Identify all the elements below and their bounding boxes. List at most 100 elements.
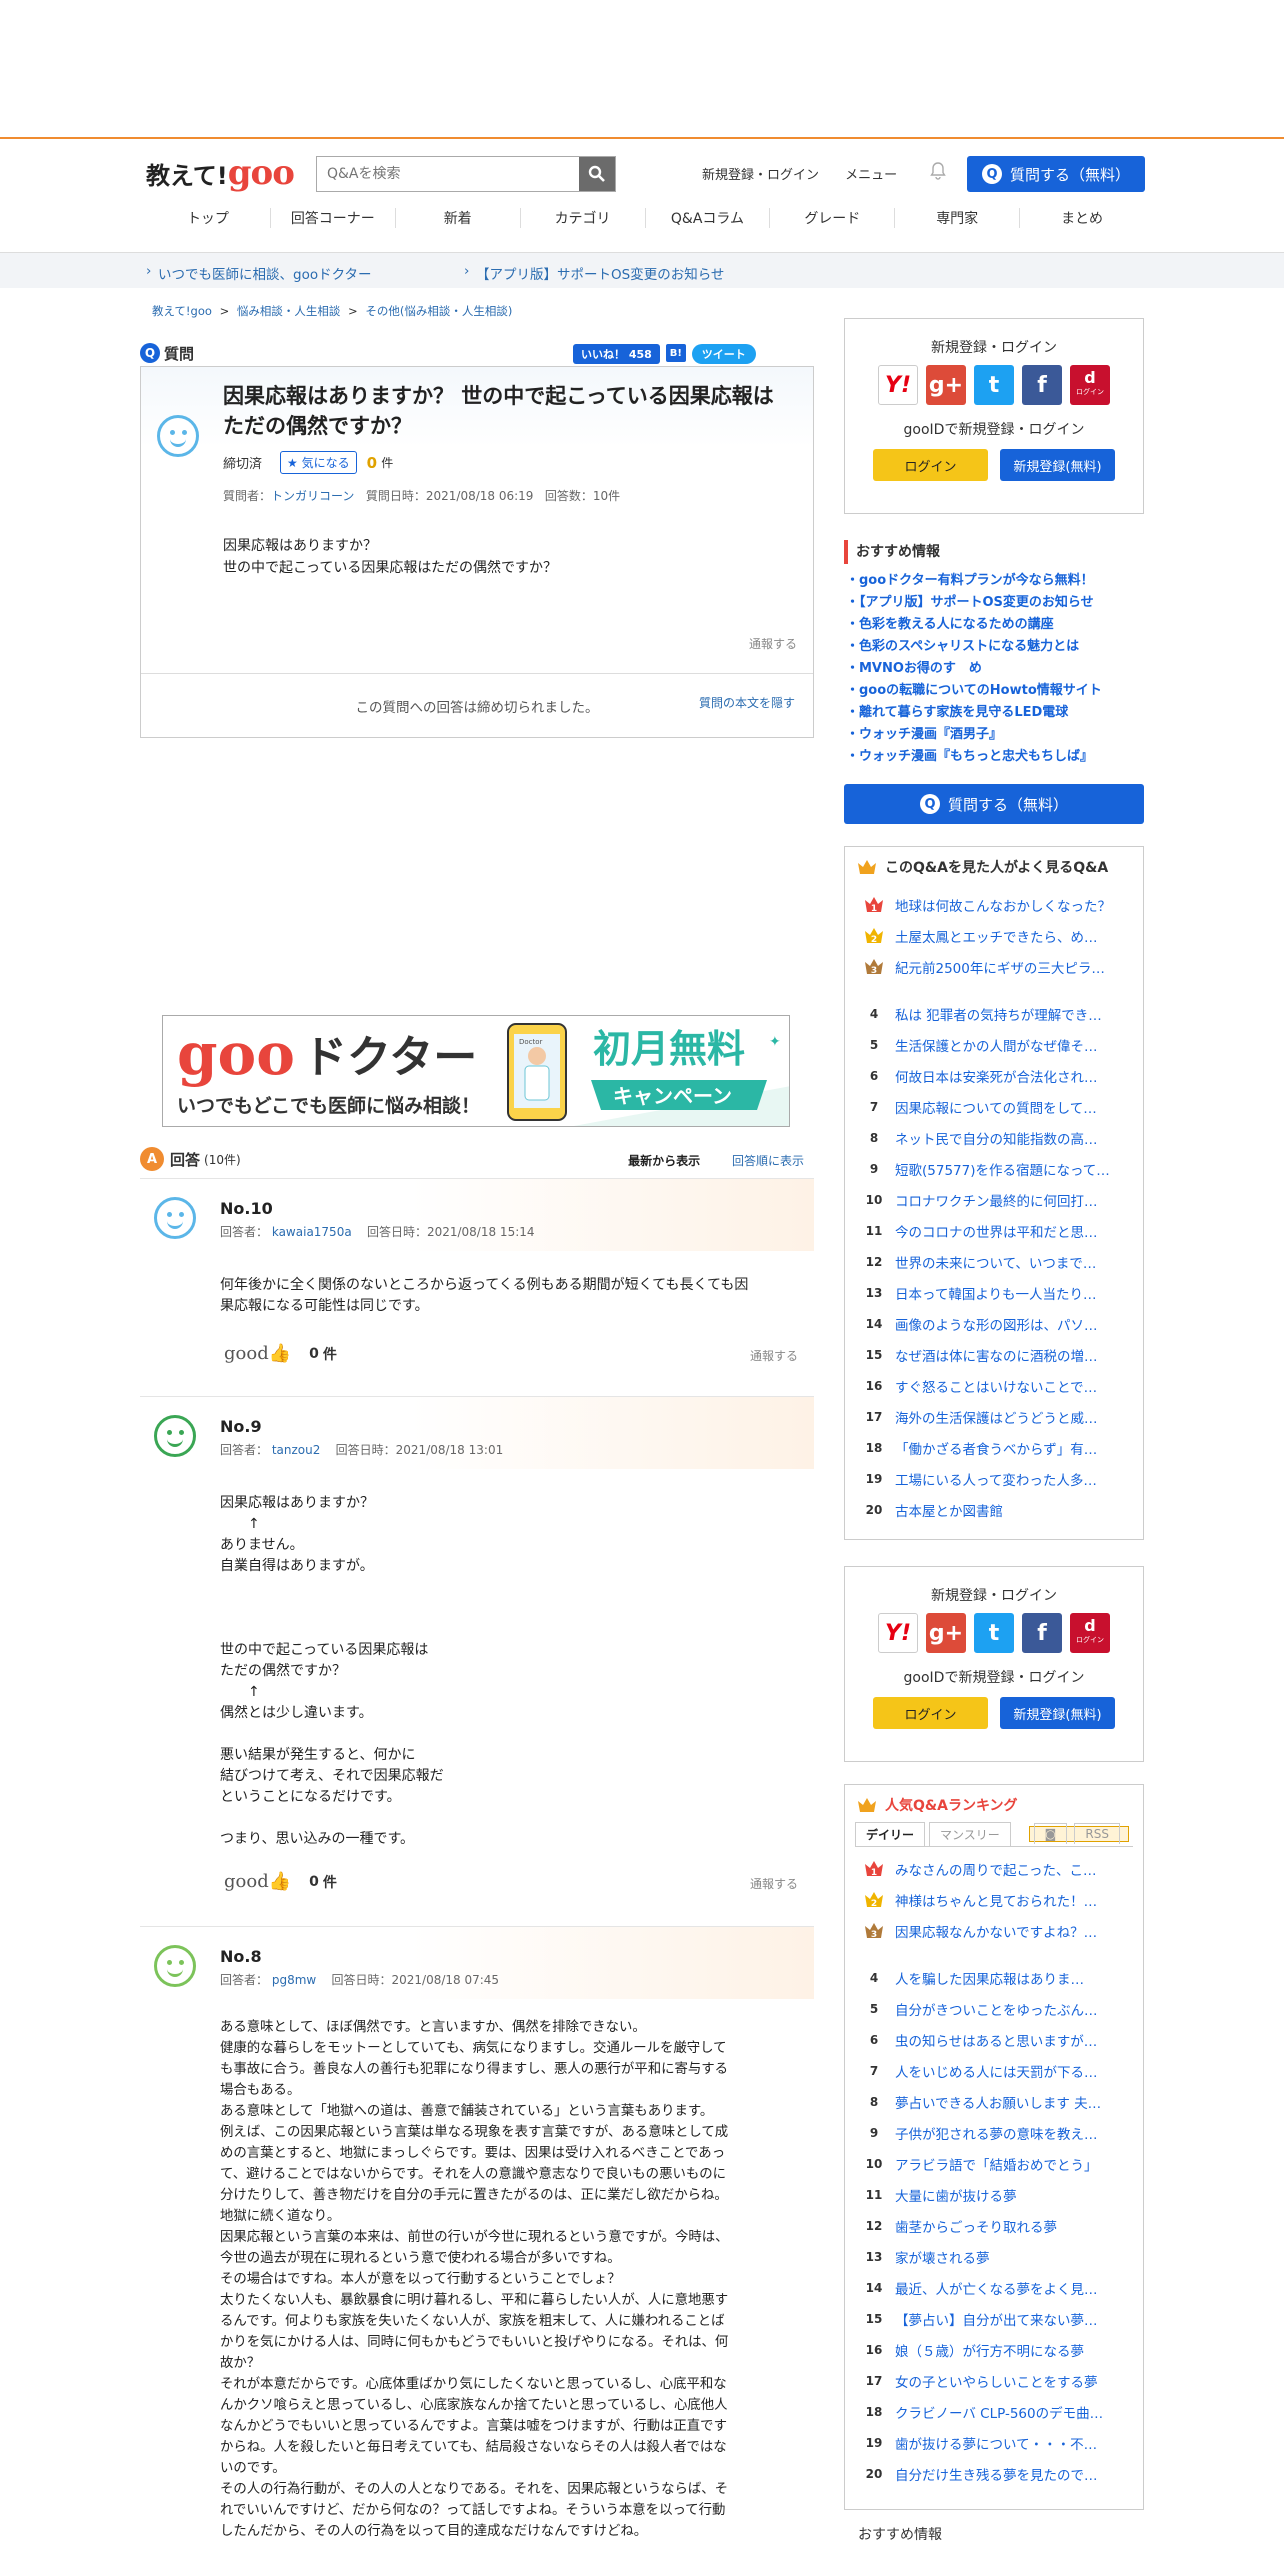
nav-top[interactable]: トップ: [146, 208, 271, 228]
notice-goo-doctor[interactable]: いつでも医師に相談、gooドクター: [158, 263, 372, 283]
rank-item[interactable]: 19 歯が抜ける夢について・・・不…: [859, 2427, 1135, 2458]
recommend-item[interactable]: ・ウォッチ漫画『もちっと忠犬もちしば』: [846, 746, 1102, 768]
watch-button[interactable]: ★ 気になる: [280, 451, 357, 474]
goo-doctor-banner[interactable]: goo ドクター いつでもどこでも医師に悩み相談！ Doctor 初月無料 キャ…: [162, 1015, 790, 1127]
menu-link[interactable]: メニュー: [845, 168, 897, 183]
answerer-avatar[interactable]: [154, 1197, 196, 1239]
recommend-item[interactable]: ・【アプリ版】サポートOS変更のお知らせ: [846, 592, 1102, 614]
rank-item[interactable]: 1 地球は何故こんなおかしくなった？: [859, 889, 1135, 920]
rank-item[interactable]: 15 【夢占い】自分が出て来ない夢…: [859, 2303, 1135, 2334]
rank-item[interactable]: 9 子供が犯される夢の意味を教え…: [859, 2117, 1135, 2148]
yahoo-login-icon[interactable]: Y!: [878, 1613, 918, 1653]
answerer-avatar[interactable]: [154, 1945, 196, 1987]
order-newest[interactable]: 最新から表示: [628, 1154, 700, 1168]
report-link[interactable]: 通報する: [750, 1347, 798, 1364]
nav-grade[interactable]: グレード: [770, 208, 896, 228]
answerer-link[interactable]: tanzou2: [272, 1443, 321, 1457]
nav-qa-column[interactable]: Q&Aコラム: [646, 208, 771, 228]
rank-item[interactable]: 17 女の子といやらしいことをする夢: [859, 2365, 1135, 2396]
login-button[interactable]: ログイン: [873, 1697, 988, 1729]
rank-item[interactable]: 15 なぜ酒は体に害なのに酒税の増…: [859, 1339, 1135, 1370]
recommend-item[interactable]: ・色彩を教える人になるための講座: [846, 614, 1102, 636]
register-button[interactable]: 新規登録(無料): [1000, 449, 1115, 481]
rank-item[interactable]: 10 コロナワクチン最終的に何回打…: [859, 1184, 1135, 1215]
rank-item[interactable]: 8 夢占いできる人お願いします 夫…: [859, 2086, 1135, 2117]
rank-item[interactable]: 5 自分がきついことをゆったぶん…: [859, 1993, 1135, 2024]
nav-answer-corner[interactable]: 回答コーナー: [271, 208, 396, 228]
answerer-link[interactable]: pg8mw: [272, 1973, 316, 1987]
order-oldest[interactable]: 回答順に表示: [732, 1154, 804, 1168]
rank-item[interactable]: 6 虫の知らせはあると思いますが…: [859, 2024, 1135, 2055]
answerer-link[interactable]: kawaia1750a: [272, 1225, 352, 1239]
rank-item[interactable]: 8 ネット民で自分の知能指数の高…: [859, 1122, 1135, 1153]
good-button[interactable]: good 👍 0 件: [224, 1343, 337, 1364]
nav-experts[interactable]: 専門家: [895, 208, 1021, 228]
rank-item[interactable]: 5 生活保護とかの人間がなぜ偉そ…: [859, 1029, 1135, 1060]
recommend-item[interactable]: ・ウォッチ漫画『酒男子』: [846, 724, 1102, 746]
recommend-item[interactable]: ・MVNOお得のす め: [846, 658, 1102, 680]
rank-item[interactable]: 12 世界の未来について、いつまで…: [859, 1246, 1135, 1277]
rank-item[interactable]: 7 因果応報についての質問をして…: [859, 1091, 1135, 1122]
sidebar-ask-button[interactable]: Q 質問する（無料）: [844, 784, 1144, 824]
recommend-item[interactable]: ・色彩のスペシャリストになる魅力とは: [846, 636, 1102, 658]
twitter-login-icon[interactable]: t: [974, 1613, 1014, 1653]
tab-daily[interactable]: デイリー: [855, 1822, 926, 1846]
rank-item[interactable]: 9 短歌(57577)を作る宿題になって…: [859, 1153, 1135, 1184]
facebook-login-icon[interactable]: f: [1022, 365, 1062, 405]
rank-item[interactable]: 10 アラビラ語で「結婚おめでとう」: [859, 2148, 1135, 2179]
rank-item[interactable]: 12 歯茎からごっそり取れる夢: [859, 2210, 1135, 2241]
rank-item[interactable]: 18 「働かざる者食うべからず」有…: [859, 1432, 1135, 1463]
breadcrumb-subcategory[interactable]: その他(悩み相談・人生相談): [365, 304, 512, 318]
nav-new[interactable]: 新着: [396, 208, 521, 228]
bell-icon[interactable]: [930, 162, 946, 180]
docomo-login-icon[interactable]: d ログイン: [1070, 1613, 1110, 1653]
rank-item[interactable]: 19 工場にいる人って変わった人多…: [859, 1463, 1135, 1494]
google-plus-login-icon[interactable]: g+: [926, 365, 966, 405]
report-link[interactable]: 通報する: [750, 1875, 798, 1892]
good-button[interactable]: good 👍 0 件: [224, 1871, 337, 1892]
nav-category[interactable]: カテゴリ: [521, 208, 646, 228]
breadcrumb-category[interactable]: 悩み相談・人生相談: [237, 304, 341, 318]
rank-item[interactable]: 7 人をいじめる人には天罰が下る…: [859, 2055, 1135, 2086]
google-plus-login-icon[interactable]: g+: [926, 1613, 966, 1653]
facebook-like-button[interactable]: いいね！ 458: [573, 344, 660, 364]
rank-item[interactable]: 16 娘（５歳）が行方不明になる夢: [859, 2334, 1135, 2365]
rank-item[interactable]: 1 みなさんの周りで起こった、こ…: [859, 1853, 1135, 1884]
rank-item[interactable]: 11 大量に歯が抜ける夢: [859, 2179, 1135, 2210]
rank-item[interactable]: 2 神様はちゃんと見ておられた！…: [859, 1884, 1135, 1915]
rank-item[interactable]: 4 私は 犯罪者の気持ちが理解でき…: [859, 998, 1135, 1029]
tweet-button[interactable]: ツイート: [691, 344, 756, 364]
rank-item[interactable]: 14 画像のような形の図形は、パソ…: [859, 1308, 1135, 1339]
breadcrumb-home[interactable]: 教えて!goo: [152, 304, 212, 318]
site-logo[interactable]: 教えて!goo: [146, 153, 295, 193]
login-button[interactable]: ログイン: [873, 449, 988, 481]
rank-item[interactable]: 3 紀元前2500年にギザの三大ピラ…: [859, 951, 1135, 982]
recommend-item[interactable]: ・gooの転職についてのHowto情報サイト: [846, 680, 1102, 702]
rank-item[interactable]: 14 最近、人が亡くなる夢をよく見…: [859, 2272, 1135, 2303]
hatena-bookmark-button[interactable]: B!: [665, 344, 686, 362]
rank-item[interactable]: 2 土屋太鳳とエッチできたら、め…: [859, 920, 1135, 951]
asker-avatar[interactable]: [157, 415, 199, 457]
rank-item[interactable]: 20 自分だけ生き残る夢を見たので…: [859, 2458, 1135, 2489]
recommend-item[interactable]: ・離れて暮らす家族を見守るLED電球: [846, 702, 1102, 724]
register-login-link[interactable]: 新規登録・ログイン: [702, 168, 819, 183]
rank-item[interactable]: 20 古本屋とか図書館: [859, 1494, 1135, 1525]
twitter-login-icon[interactable]: t: [974, 365, 1014, 405]
rank-item[interactable]: 18 クラビノーバ CLP-560のデモ曲…: [859, 2396, 1135, 2427]
rank-item[interactable]: 16 すぐ怒ることはいけないことで…: [859, 1370, 1135, 1401]
rank-item[interactable]: 4 人を騙した因果応報はありま…: [859, 1962, 1135, 1993]
ask-question-button[interactable]: Q 質問する（無料）: [967, 156, 1145, 192]
notice-app-os[interactable]: 【アプリ版】サポートOS変更のお知らせ: [476, 263, 724, 283]
answerer-avatar[interactable]: [154, 1415, 196, 1457]
rank-item[interactable]: 3 因果応報なんかないですよね？…: [859, 1915, 1135, 1946]
register-button[interactable]: 新規登録(無料): [1000, 1697, 1115, 1729]
yahoo-login-icon[interactable]: Y!: [878, 365, 918, 405]
asker-name-link[interactable]: トンガリコーン: [271, 489, 354, 503]
recommend-item[interactable]: ・gooドクター有料プランが今なら無料！: [846, 570, 1102, 592]
report-link[interactable]: 通報する: [749, 635, 797, 652]
rank-item[interactable]: 17 海外の生活保護はどうどうと威…: [859, 1401, 1135, 1432]
docomo-login-icon[interactable]: d ログイン: [1070, 365, 1110, 405]
rank-item[interactable]: 13 日本って韓国よりも一人当たり…: [859, 1277, 1135, 1308]
rss-button[interactable]: ◙ RSS: [1028, 1823, 1129, 1844]
rank-item[interactable]: 13 家が壊される夢: [859, 2241, 1135, 2272]
